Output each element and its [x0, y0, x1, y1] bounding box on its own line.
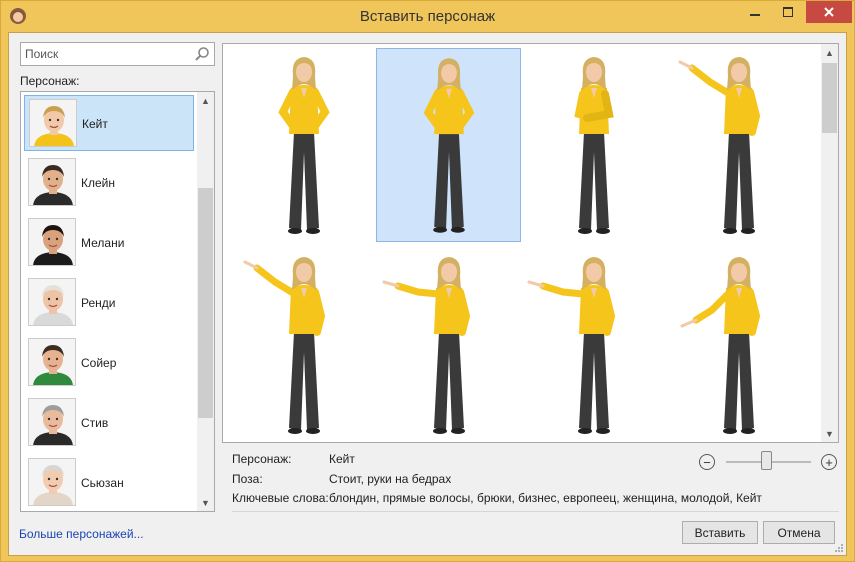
search-icon[interactable] — [194, 46, 210, 62]
character-figure — [423, 58, 475, 233]
info-keywords-label: Ключевые слова: — [232, 491, 329, 505]
pose-thumbnail[interactable] — [666, 248, 811, 442]
search-input[interactable] — [21, 43, 191, 65]
maximize-icon — [783, 7, 793, 17]
minimize-icon — [750, 14, 760, 16]
insert-character-dialog: Вставить персонаж Персонаж: Сьюзан Стив Со… — [0, 0, 855, 562]
resize-grip-icon[interactable] — [834, 543, 844, 553]
info-keywords-value: блондин, прямые волосы, брюки, бизнес, е… — [329, 491, 762, 505]
cancel-button[interactable]: Отмена — [763, 521, 835, 544]
character-item[interactable]: Стив — [24, 395, 194, 451]
character-thumbnail — [28, 278, 76, 326]
character-item[interactable]: Кейт — [24, 95, 194, 151]
character-thumbnail — [28, 398, 76, 446]
info-pose-value: Стоит, руки на бедрах — [329, 472, 452, 486]
character-figure — [243, 257, 326, 434]
character-name: Сойер — [81, 356, 117, 370]
zoom-out-button[interactable]: − — [699, 454, 715, 470]
character-name: Сьюзан — [81, 476, 124, 490]
pose-thumbnail[interactable] — [231, 248, 376, 442]
info-character-label: Персонаж: — [232, 452, 292, 466]
maximize-button[interactable] — [773, 1, 803, 23]
insert-button[interactable]: Вставить — [682, 521, 758, 544]
character-list-scrollbar[interactable]: ▲ ▼ — [197, 92, 214, 511]
minimize-button[interactable] — [740, 1, 770, 23]
window-title: Вставить персонаж — [359, 8, 496, 25]
character-name: Клейн — [81, 176, 115, 190]
scrollbar-thumb[interactable] — [822, 63, 837, 133]
scroll-down-icon[interactable]: ▼ — [821, 425, 838, 442]
character-figure — [680, 257, 761, 434]
character-figure — [574, 57, 614, 234]
pose-thumbnail[interactable] — [521, 248, 666, 442]
character-figure — [678, 57, 761, 234]
close-button[interactable] — [806, 1, 852, 23]
character-item[interactable]: Клейн — [24, 155, 194, 211]
dialog-body: Персонаж: Сьюзан Стив Сойер Ренди Мелани Клей… — [8, 32, 847, 556]
search-box[interactable] — [20, 42, 215, 66]
character-figure — [278, 57, 330, 234]
character-item[interactable]: Сьюзан — [24, 455, 194, 511]
scroll-up-icon[interactable]: ▲ — [821, 44, 838, 61]
character-name: Ренди — [81, 296, 116, 310]
character-item[interactable]: Мелани — [24, 215, 194, 271]
info-character-value: Кейт — [329, 452, 355, 466]
character-thumbnail — [28, 218, 76, 266]
character-list-label: Персонаж: — [20, 74, 80, 88]
pose-grid-scrollbar[interactable]: ▲ ▼ — [821, 44, 838, 442]
pose-thumbnail[interactable] — [521, 48, 666, 242]
character-item[interactable]: Сойер — [24, 335, 194, 391]
character-figure — [527, 257, 616, 434]
scroll-down-icon[interactable]: ▼ — [197, 494, 214, 511]
pose-thumbnail[interactable] — [231, 48, 376, 242]
character-item[interactable]: Ренди — [24, 275, 194, 331]
scroll-up-icon[interactable]: ▲ — [197, 92, 214, 109]
character-figure — [382, 257, 471, 434]
zoom-slider-thumb[interactable] — [761, 451, 772, 470]
close-icon — [824, 7, 834, 17]
character-thumbnail — [28, 338, 76, 386]
character-thumbnail — [28, 158, 76, 206]
pose-grid[interactable]: ▲ ▼ — [222, 43, 839, 443]
title-bar[interactable]: Вставить персонаж — [1, 1, 854, 31]
zoom-in-button[interactable]: + — [821, 454, 837, 470]
character-name: Стив — [81, 416, 109, 430]
character-thumbnail — [29, 99, 77, 147]
character-list[interactable]: Сьюзан Стив Сойер Ренди Мелани Клейн Кейт ▲ ▼ — [20, 91, 215, 512]
character-thumbnail — [28, 458, 76, 506]
more-characters-link[interactable]: Больше персонажей... — [19, 527, 144, 541]
separator — [232, 511, 839, 512]
pose-thumbnail[interactable] — [376, 248, 521, 442]
pose-thumbnail[interactable] — [666, 48, 811, 242]
character-name: Кейт — [82, 117, 108, 131]
character-name: Мелани — [81, 236, 125, 250]
scrollbar-thumb[interactable] — [198, 188, 213, 418]
pose-thumbnail[interactable] — [376, 48, 521, 242]
info-pose-label: Поза: — [232, 472, 263, 486]
